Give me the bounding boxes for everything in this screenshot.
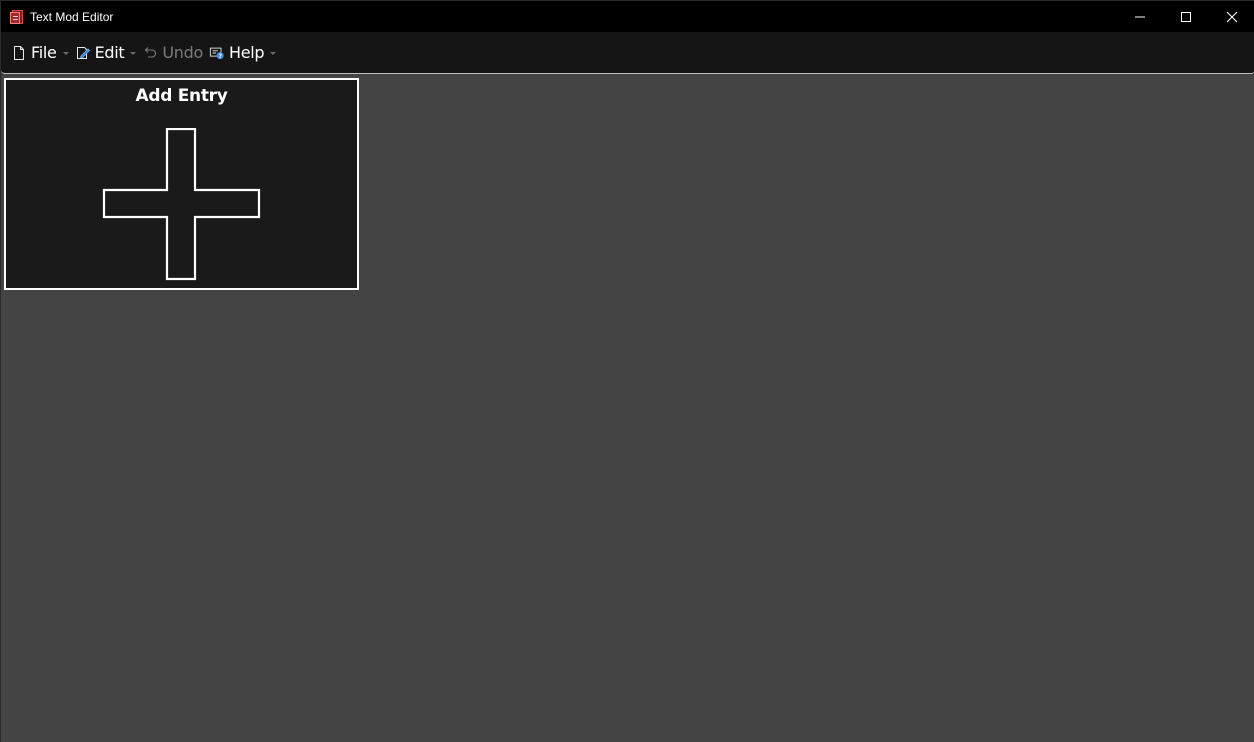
minimize-button[interactable] xyxy=(1117,1,1163,32)
maximize-button[interactable] xyxy=(1163,1,1209,32)
window-title: Text Mod Editor xyxy=(30,9,114,24)
svg-text:?: ? xyxy=(219,53,222,59)
file-icon xyxy=(11,45,27,61)
help-menu-label: Help xyxy=(228,43,265,62)
chevron-down-icon xyxy=(130,52,137,55)
toolbar: File Edit Undo ? Help xyxy=(1,32,1254,74)
file-menu-label: File xyxy=(31,43,57,62)
chevron-down-icon xyxy=(62,52,69,55)
help-icon: ? xyxy=(209,45,225,61)
main-content: Add Entry xyxy=(1,75,1254,742)
title-bar[interactable]: Text Mod Editor xyxy=(1,1,1254,32)
minimize-icon xyxy=(1135,16,1145,17)
edit-menu-label: Edit xyxy=(94,43,125,62)
close-button[interactable] xyxy=(1209,1,1254,32)
file-menu-button[interactable]: File xyxy=(11,38,69,68)
undo-button[interactable]: Undo xyxy=(142,38,203,68)
undo-icon xyxy=(142,45,158,61)
chevron-down-icon xyxy=(270,52,277,55)
help-menu-button[interactable]: ? Help xyxy=(209,38,277,68)
window-controls xyxy=(1117,1,1254,32)
app-window: Text Mod Editor File Edit Undo ? Help Ad… xyxy=(0,0,1254,742)
edit-menu-button[interactable]: Edit xyxy=(75,38,137,68)
app-icon xyxy=(9,9,25,25)
add-entry-button[interactable]: Add Entry xyxy=(4,78,359,290)
maximize-icon xyxy=(1181,11,1191,22)
undo-label: Undo xyxy=(162,43,203,62)
add-entry-label: Add Entry xyxy=(135,86,228,106)
plus-icon xyxy=(102,128,261,281)
close-icon xyxy=(1226,11,1238,22)
edit-icon xyxy=(75,45,91,61)
